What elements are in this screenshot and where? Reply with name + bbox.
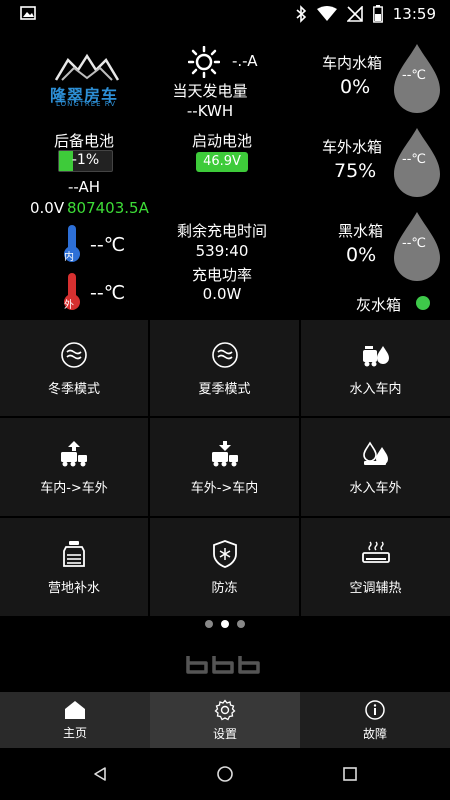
outside-tank-temp: --℃ — [402, 152, 426, 167]
outside-temp: --℃ — [90, 282, 126, 304]
page-dot[interactable] — [237, 620, 245, 628]
inside-tag: 内 — [64, 252, 74, 263]
rv-water-out-icon — [362, 440, 388, 465]
gear-icon — [214, 698, 236, 720]
status-bar: 13:59 — [0, 0, 450, 28]
black-tank-percent: 0% — [346, 244, 377, 266]
remaining-charge-label: 剩余充电时间 — [176, 222, 267, 240]
status-time: 13:59 — [392, 5, 436, 23]
home-nav-icon[interactable] — [216, 765, 234, 783]
outside-tag: 外 — [64, 300, 74, 311]
bluetooth-icon — [296, 5, 306, 23]
snowflake-shield-icon — [212, 539, 237, 568]
no-signal-icon — [346, 6, 363, 22]
home-icon — [65, 700, 85, 719]
start-battery-label: 启动电池 — [192, 132, 253, 150]
info-icon — [365, 699, 385, 720]
tab-label: 主页 — [62, 725, 87, 740]
fresh-tank-percent: 0% — [340, 76, 371, 98]
solar-energy: --KWH — [186, 102, 234, 120]
wifi-icon — [316, 6, 337, 21]
tile-label: 冬季模式 — [47, 381, 100, 397]
tile-water-out-rv[interactable]: 水入车外 — [301, 418, 450, 516]
tab-faults[interactable]: 故障 — [300, 692, 450, 748]
bottom-tab-bar: 主页 设置 故障 — [0, 692, 450, 748]
grey-tank-indicator — [416, 296, 430, 310]
status-icons: 13:59 — [295, 4, 436, 24]
tab-settings[interactable]: 设置 — [150, 692, 300, 748]
backup-battery-voltage: 0.0V — [30, 199, 65, 217]
tile-ac-aux-heat[interactable]: 空调辅热 — [301, 518, 450, 616]
tile-inside-to-outside[interactable]: 车内->车外 — [0, 418, 148, 516]
black-tank-label: 黑水箱 — [338, 222, 384, 240]
backup-battery-label: 后备电池 — [54, 132, 115, 150]
backup-battery-ah: --AH — [68, 178, 101, 196]
solar-label: 当天发电量 — [172, 82, 248, 100]
back-icon[interactable] — [92, 766, 108, 782]
tile-summer-mode[interactable]: 夏季模式 — [150, 320, 299, 416]
recents-icon[interactable] — [342, 766, 358, 782]
water-jar-icon — [63, 540, 85, 567]
brand-logo-icon — [186, 656, 260, 674]
inside-temp: --℃ — [90, 234, 126, 256]
tile-label: 空调辅热 — [349, 580, 402, 596]
tile-label: 水入车外 — [349, 480, 402, 496]
tile-label: 水入车内 — [349, 381, 402, 397]
tile-label: 车内->车外 — [40, 480, 108, 496]
battery-status-icon — [372, 5, 383, 23]
backup-battery-gauge: -1% — [58, 150, 113, 172]
page-dot[interactable] — [205, 620, 213, 628]
tile-label: 夏季模式 — [198, 381, 251, 397]
remaining-charge-value: 539:40 — [195, 242, 249, 260]
tab-label: 设置 — [212, 726, 237, 741]
tile-winter-mode[interactable]: 冬季模式 — [0, 320, 148, 416]
start-battery-voltage: 46.9V — [196, 152, 248, 172]
tile-label: 防冻 — [211, 580, 238, 596]
black-tank-temp: --℃ — [402, 236, 426, 251]
tile-camp-refill[interactable]: 营地补水 — [0, 518, 148, 616]
page-dot-active[interactable] — [221, 620, 229, 628]
logo-mark-icon — [54, 53, 120, 81]
tab-home[interactable]: 主页 — [0, 692, 150, 748]
tab-label: 故障 — [362, 726, 387, 741]
dashboard: 隆翠房车 LONGTREE RV -.-A 当天发电量 --KWH 后备电池 -… — [0, 28, 450, 320]
rv-water-in-icon — [362, 345, 389, 366]
image-notification-icon — [20, 6, 36, 20]
tile-label: 车外->车内 — [190, 480, 259, 496]
rv-transfer-in-icon — [211, 440, 238, 466]
tile-antifreeze[interactable]: 防冻 — [150, 518, 299, 616]
system-nav-bar — [0, 748, 450, 800]
control-grid: 冬季模式 夏季模式 水入车内 车内->车外 车外->车内 水入车外 营地补水 防… — [0, 320, 450, 616]
fresh-tank-label: 车内水箱 — [322, 54, 383, 72]
charge-power-value: 0.0W — [202, 285, 242, 303]
ac-heat-icon — [361, 541, 390, 563]
grey-tank-label: 灰水箱 — [356, 296, 402, 314]
fresh-tank-temp: --℃ — [402, 68, 426, 83]
outside-tank-percent: 75% — [334, 160, 377, 182]
solar-current: -.-A — [232, 52, 258, 70]
page-indicator — [0, 620, 450, 632]
tile-water-in-rv[interactable]: 水入车内 — [301, 320, 450, 416]
backup-battery-current: 807403.5A — [67, 199, 149, 217]
outside-tank-label: 车外水箱 — [322, 138, 383, 156]
charge-power-label: 充电功率 — [191, 266, 252, 284]
tile-outside-to-inside[interactable]: 车外->车内 — [150, 418, 299, 516]
tile-label: 营地补水 — [47, 580, 100, 596]
rv-transfer-out-icon — [61, 440, 87, 466]
logo-text-en: LONGTREE RV — [56, 100, 117, 108]
wave-circle-icon — [211, 341, 238, 368]
backup-battery-percent: -1% — [71, 152, 100, 168]
wave-circle-icon — [61, 341, 87, 368]
sun-icon — [188, 46, 220, 78]
